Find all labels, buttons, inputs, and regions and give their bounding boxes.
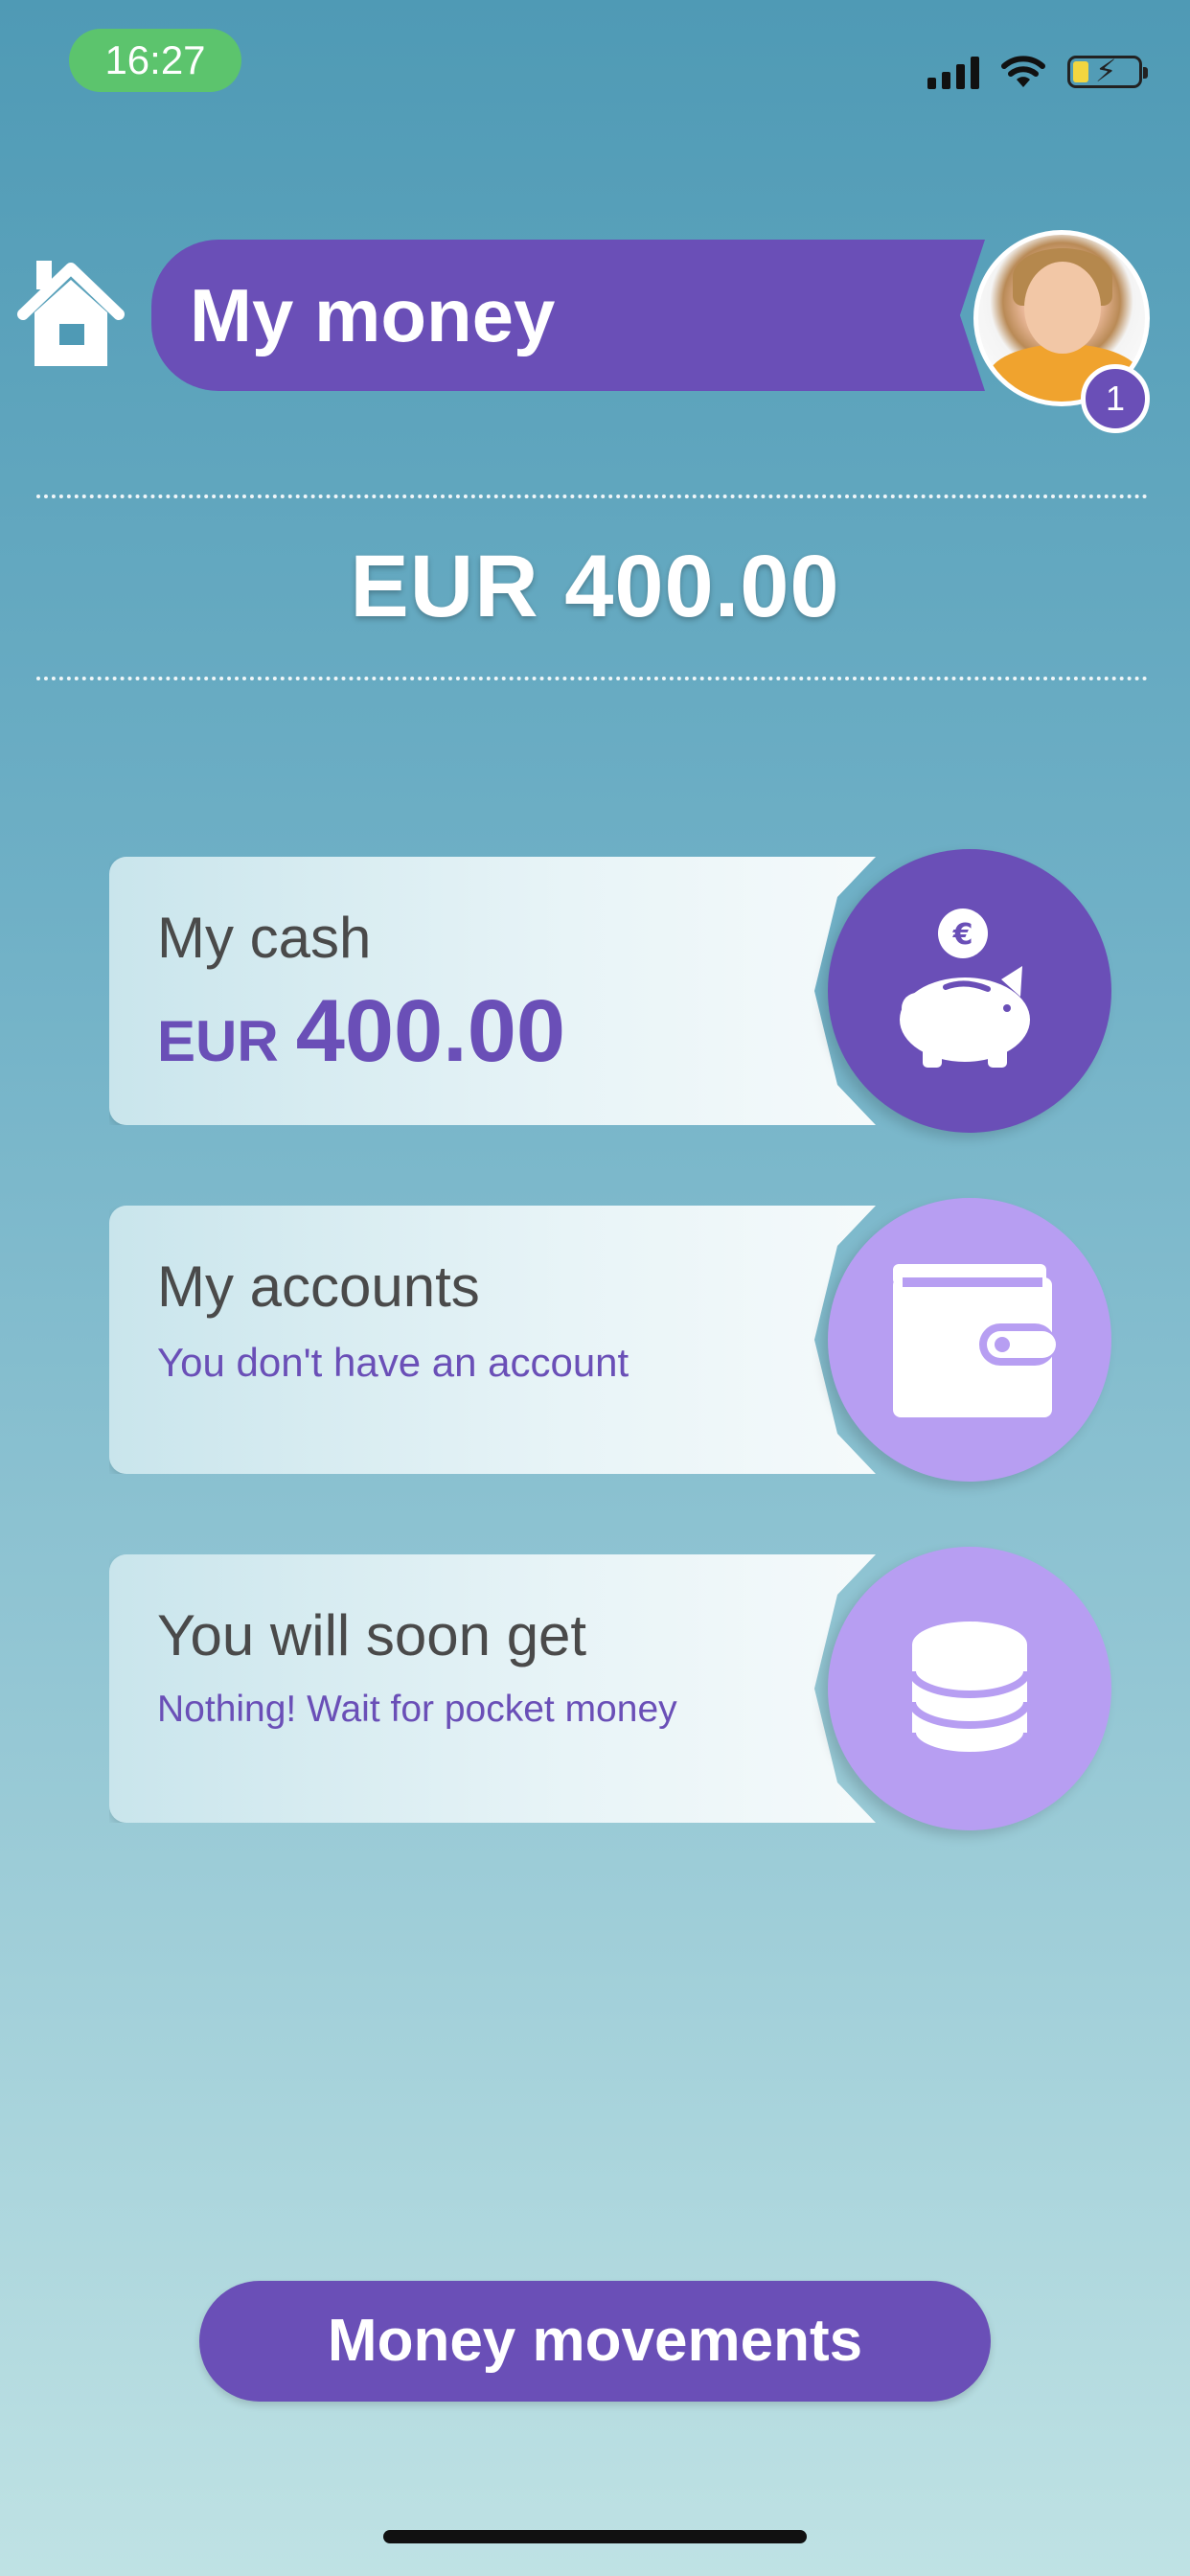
cellular-signal-icon [927,55,979,89]
page-title: My money [190,273,556,357]
money-movements-button[interactable]: Money movements [199,2281,991,2402]
accounts-card-subtitle: You don't have an account [157,1340,629,1385]
upcoming-card-title: You will soon get [157,1603,587,1668]
divider-top [36,494,1148,498]
upcoming-card[interactable]: You will soon get Nothing! Wait for pock… [109,1547,1111,1830]
accounts-card-title: My accounts [157,1254,480,1319]
wifi-icon [1001,56,1045,87]
cash-value: 400.00 [295,982,566,1080]
home-icon[interactable] [13,255,128,374]
coin-stack-icon [908,1622,1031,1760]
cash-amount: EUR 400.00 [157,981,565,1082]
wallet-icon [893,1264,1056,1417]
upcoming-card-subtitle: Nothing! Wait for pocket money [157,1689,677,1730]
status-time: 16:27 [69,29,241,92]
svg-text:€: € [952,918,973,952]
home-indicator[interactable] [383,2530,807,2543]
status-icons: ⚡ [927,50,1148,94]
accounts-card[interactable]: My accounts You don't have an account [109,1198,1111,1482]
cash-card-icon-circle[interactable]: € [828,849,1111,1133]
page-title-banner: My money [151,240,985,391]
cash-currency: EUR [157,1009,279,1073]
cash-card-title: My cash [157,906,372,970]
cash-card[interactable]: My cash EUR 400.00 € [109,849,1111,1133]
accounts-card-icon-circle[interactable] [828,1198,1111,1482]
total-balance: EUR 400.00 [350,538,840,635]
notification-badge[interactable]: 1 [1081,364,1150,433]
battery-icon: ⚡ [1067,54,1148,88]
upcoming-card-icon-circle[interactable] [828,1547,1111,1830]
piggy-bank-euro-icon: € [900,908,1030,1068]
divider-bottom [36,677,1148,680]
